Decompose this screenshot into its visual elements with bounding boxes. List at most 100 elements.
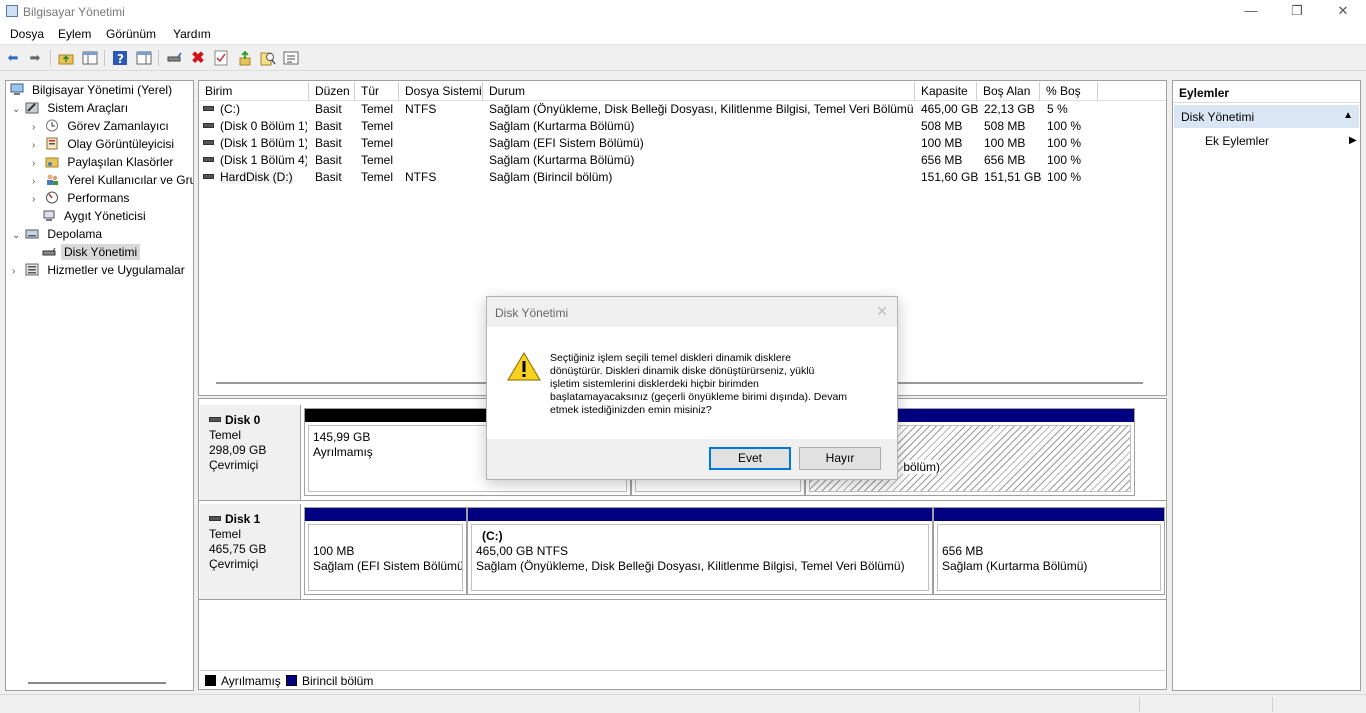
minimize-button[interactable]: — xyxy=(1228,0,1274,24)
partition-efi[interactable]: 100 MB Sağlam (EFI Sistem Bölümü) xyxy=(304,507,467,595)
chevron-right-icon[interactable]: › xyxy=(12,266,22,277)
cell-kapasite: 508 MB xyxy=(921,119,963,133)
chevron-right-icon[interactable]: › xyxy=(32,176,42,187)
move-up-icon[interactable] xyxy=(236,49,254,67)
tree-label: Aygıt Yöneticisi xyxy=(64,209,146,223)
tree-item-services[interactable]: › Hizmetler ve Uygulamalar xyxy=(12,263,188,281)
action-more-actions[interactable]: Ek Eylemler xyxy=(1205,134,1269,148)
close-button[interactable]: ✕ xyxy=(1320,0,1366,24)
tree-item-system-tools[interactable]: ⌄ Sistem Araçları xyxy=(12,101,131,119)
partition-size: 465,00 GB NTFS xyxy=(476,544,569,558)
properties-icon[interactable] xyxy=(135,49,153,67)
column-header-birim[interactable]: Birim xyxy=(199,82,309,100)
tree-label: Bilgisayar Yönetimi (Yerel) xyxy=(32,83,173,97)
cell-bos-alan: 656 MB xyxy=(984,153,1026,167)
menu-gorunum[interactable]: Görünüm xyxy=(106,27,156,41)
details-icon[interactable] xyxy=(282,49,300,67)
checkmark-icon[interactable] xyxy=(212,49,230,67)
tree-label: Depolama xyxy=(47,227,103,241)
column-header-tur[interactable]: Tür xyxy=(355,82,399,100)
actions-section-disk-management[interactable]: Disk Yönetimi ▲ xyxy=(1174,105,1359,128)
toolbar-separator xyxy=(50,50,51,66)
column-header-kapasite[interactable]: Kapasite xyxy=(915,82,977,100)
clock-icon xyxy=(45,119,59,132)
collapse-up-icon[interactable]: ▲ xyxy=(1343,110,1353,121)
dialog-message-line: dönüştürür. Diskleri dinamik diske dönüş… xyxy=(550,365,815,377)
up-folder-icon[interactable] xyxy=(57,49,75,67)
cell-durum: Sağlam (Kurtarma Bölümü) xyxy=(489,153,635,167)
maximize-button[interactable]: ❐ xyxy=(1274,0,1320,24)
chevron-right-icon[interactable]: › xyxy=(32,158,42,169)
table-row[interactable]: (Disk 0 Bölüm 1) Basit Temel Sağlam (Kur… xyxy=(199,118,1166,135)
cell-yuzde-bos: 100 % xyxy=(1047,153,1082,167)
column-header-yuzde-bos[interactable]: % Boş xyxy=(1040,82,1098,100)
event-viewer-icon xyxy=(45,137,59,150)
console-tree: Bilgisayar Yönetimi (Yerel) ⌄ Sistem Ara… xyxy=(5,80,194,691)
tree-item-local-users[interactable]: › Yerel Kullanıcılar ve Gru xyxy=(32,173,193,191)
disk-0-info[interactable]: Disk 0 Temel 298,09 GB Çevrimiçi xyxy=(200,405,301,501)
disk-status: Çevrimiçi xyxy=(209,557,259,571)
chevron-right-icon[interactable]: › xyxy=(32,140,42,151)
chevron-down-icon[interactable]: ⌄ xyxy=(12,104,22,115)
tree-item-computer-management[interactable]: Bilgisayar Yönetimi (Yerel) xyxy=(10,83,175,101)
tree-item-task-scheduler[interactable]: › Görev Zamanlayıcı xyxy=(32,119,172,137)
tree-item-storage[interactable]: ⌄ Depolama xyxy=(12,227,105,245)
disk-1-info[interactable]: Disk 1 Temel 465,75 GB Çevrimiçi xyxy=(200,504,301,600)
chevron-down-icon[interactable]: ⌄ xyxy=(12,230,22,241)
help-icon[interactable]: ? xyxy=(111,49,129,67)
svg-text:?: ? xyxy=(117,52,124,66)
close-icon[interactable]: ✕ xyxy=(876,303,888,320)
volume-icon xyxy=(203,174,214,179)
column-header-dosya-sistemi[interactable]: Dosya Sistemi xyxy=(399,82,483,100)
table-row[interactable]: (Disk 1 Bölüm 4) Basit Temel Sağlam (Kur… xyxy=(199,152,1166,169)
menu-yardim[interactable]: Yardım xyxy=(173,27,211,41)
partition-c[interactable]: (C:) 465,00 GB NTFS Sağlam (Önyükleme, D… xyxy=(467,507,933,595)
computer-management-icon xyxy=(6,5,18,17)
dialog-message-line: işletim sistemlerini disklerdeki hiçbir … xyxy=(550,378,759,390)
chevron-right-icon[interactable]: › xyxy=(32,122,42,133)
menu-dosya[interactable]: Dosya xyxy=(10,27,44,41)
disk-divider xyxy=(199,500,1166,501)
table-row[interactable]: (Disk 1 Bölüm 1) Basit Temel Sağlam (EFI… xyxy=(199,135,1166,152)
back-icon[interactable]: ⬅ xyxy=(4,49,22,67)
cell-birim: (Disk 1 Bölüm 1) xyxy=(220,136,307,150)
column-header-duzen[interactable]: Düzen xyxy=(309,82,355,100)
menu-eylem[interactable]: Eylem xyxy=(58,27,91,41)
storage-icon xyxy=(25,227,39,240)
chevron-right-icon[interactable]: › xyxy=(32,194,42,205)
cell-durum: Sağlam (Önyükleme, Disk Belleği Dosyası,… xyxy=(489,102,913,116)
tools-icon xyxy=(25,101,39,114)
partition-recovery-disk1[interactable]: 656 MB Sağlam (Kurtarma Bölümü) xyxy=(933,507,1165,595)
forward-icon[interactable]: ➡ xyxy=(26,49,44,67)
yes-button[interactable]: Evet xyxy=(709,447,791,470)
tree-label: Hizmetler ve Uygulamalar xyxy=(47,263,185,277)
cell-duzen: Basit xyxy=(315,136,342,150)
table-row[interactable]: HardDisk (D:) Basit Temel NTFS Sağlam (B… xyxy=(199,169,1166,186)
toolbar-separator xyxy=(158,50,159,66)
tree-horizontal-scrollbar[interactable] xyxy=(28,682,166,684)
show-hide-tree-icon[interactable] xyxy=(81,49,99,67)
column-header-bos-alan[interactable]: Boş Alan xyxy=(977,82,1040,100)
cell-kapasite: 151,60 GB xyxy=(921,170,979,184)
tree-item-event-viewer[interactable]: › Olay Görüntüleyicisi xyxy=(32,137,177,155)
delete-icon[interactable]: ✖ xyxy=(189,49,207,67)
menu-bar: Dosya Eylem Görünüm Yardım xyxy=(0,24,1366,44)
table-row[interactable]: (C:) Basit Temel NTFS Sağlam (Önyükleme,… xyxy=(199,101,1166,118)
cell-tur: Temel xyxy=(361,102,394,116)
cell-kapasite: 100 MB xyxy=(921,136,963,150)
tree-item-performance[interactable]: › Performans xyxy=(32,191,132,209)
connect-icon[interactable] xyxy=(165,49,183,67)
cell-birim: HardDisk (D:) xyxy=(220,170,293,184)
no-button[interactable]: Hayır xyxy=(799,447,881,470)
disk-type: Temel xyxy=(209,428,242,442)
tree-item-device-manager[interactable]: Aygıt Yöneticisi xyxy=(42,209,149,227)
tree-item-disk-management[interactable]: Disk Yönetimi xyxy=(42,244,141,263)
cell-birim: (C:) xyxy=(220,102,240,116)
tree-item-shared-folders[interactable]: › Paylaşılan Klasörler xyxy=(32,155,176,173)
legend-swatch-primary xyxy=(286,675,297,686)
dialog-message-line: başlatamayacaksınız (geçerli önyükleme b… xyxy=(550,391,848,403)
tree-label: Görev Zamanlayıcı xyxy=(67,119,169,133)
volume-icon xyxy=(203,140,214,145)
search-icon[interactable] xyxy=(259,49,277,67)
column-header-durum[interactable]: Durum xyxy=(483,82,915,100)
